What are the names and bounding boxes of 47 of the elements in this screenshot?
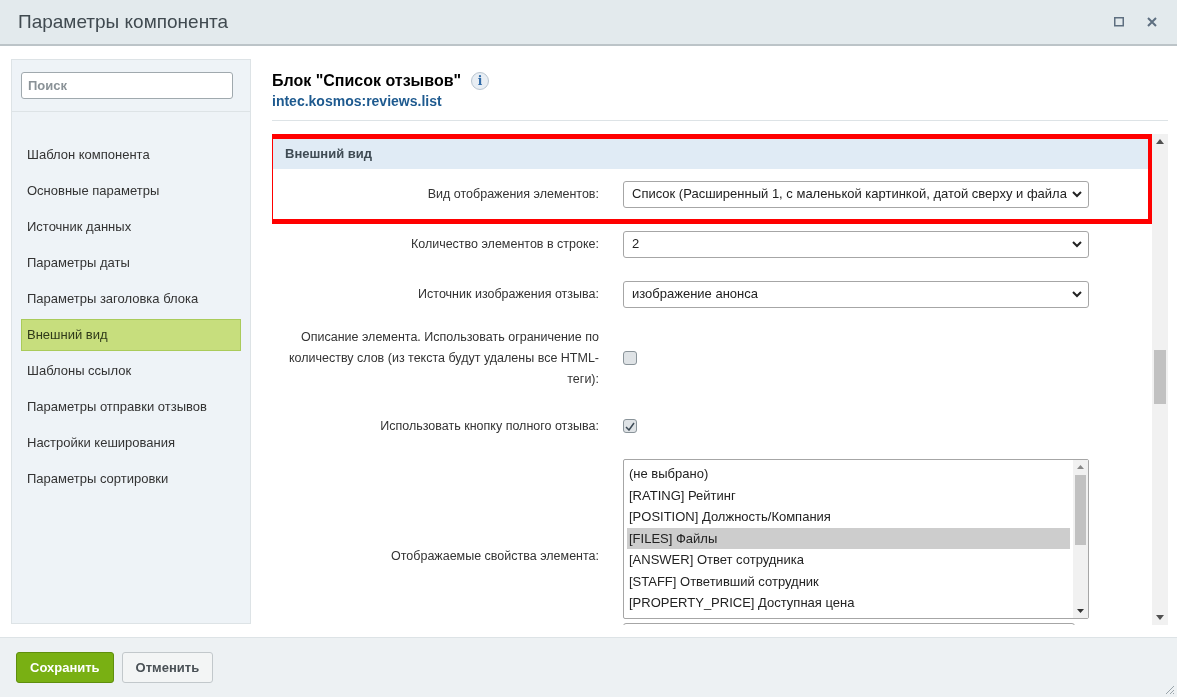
- list-option[interactable]: [POSITION] Должность/Компания: [627, 506, 1070, 528]
- scroll-up-icon[interactable]: [1156, 139, 1164, 144]
- list-option[interactable]: [RATING] Рейтинг: [627, 484, 1070, 506]
- setting-label: Отображаемые свойства элемента:: [390, 548, 599, 565]
- list-option[interactable]: [ANSWER] Ответ сотрудника: [627, 549, 1070, 571]
- setting-label: Количество элементов в строке:: [409, 235, 599, 253]
- setting-label: Использовать кнопку полного отзыва:: [379, 417, 599, 435]
- setting-label: Вид отображения элементов:: [426, 185, 599, 203]
- list-box[interactable]: (не выбрано) [RATING] Рейтинг [POSITION] Должность/Компания [FILES] Файлы [ANSWER] Ответ сотрудника [STAFF] Ответивший сотрудник [PROPERTY_PRICE] Доступная цена: [623, 459, 1089, 619]
- sidebar-item[interactable]: Параметры отправки отзывов: [21, 391, 241, 423]
- sidebar-item[interactable]: Параметры даты: [21, 247, 241, 279]
- sidebar-item[interactable]: Шаблоны ссылок: [21, 355, 241, 387]
- dropdown[interactable]: изображение анонса: [623, 280, 1089, 308]
- sidebar-item[interactable]: Внешний вид: [21, 319, 241, 351]
- setting-label: Источник изображения отзыва:: [417, 285, 599, 303]
- search-field[interactable]: Поиск: [21, 72, 233, 99]
- sidebar-item[interactable]: Настройки кеширования: [21, 427, 241, 459]
- maximize-icon[interactable]: [1114, 17, 1124, 27]
- sidebar-item[interactable]: Шаблон компонента: [21, 139, 241, 171]
- close-icon[interactable]: [1147, 17, 1157, 27]
- cancel-button[interactable]: Отменить: [121, 652, 214, 683]
- caret-icon: [1072, 190, 1082, 198]
- component-code: intec.kosmos:reviews.list: [272, 93, 443, 109]
- sidebar-item[interactable]: Параметры заголовка блока: [21, 283, 241, 315]
- dropdown[interactable]: 2: [623, 230, 1089, 258]
- sidebar-item[interactable]: Параметры сортировки: [21, 463, 241, 495]
- list-option[interactable]: [FILES] Файлы: [627, 527, 1070, 549]
- list-option[interactable]: (не выбрано): [627, 463, 1070, 485]
- scroll-thumb[interactable]: [1075, 475, 1086, 545]
- list-option[interactable]: [PROPERTY_PRICE] Доступная цена: [627, 592, 1070, 614]
- checkbox[interactable]: [623, 351, 637, 365]
- scroll-thumb[interactable]: [1154, 350, 1166, 404]
- setting-label: Описание элемента. Использовать ограничение по количеству слов (из текста будут удалены все HTML-теги):: [287, 328, 599, 388]
- caret-icon: [1072, 290, 1082, 298]
- scroll-down-icon[interactable]: [1077, 609, 1084, 613]
- scroll-down-icon[interactable]: [1156, 615, 1164, 620]
- list-option[interactable]: [STAFF] Ответивший сотрудник: [627, 570, 1070, 592]
- sidebar-item[interactable]: Источник данных: [21, 211, 241, 243]
- scroll-up-icon[interactable]: [1077, 465, 1084, 469]
- info-icon[interactable]: i: [471, 72, 490, 90]
- component-title: Блок "Список отзывов": [272, 71, 462, 91]
- window-title: Параметры компонента: [18, 9, 230, 34]
- caret-icon: [1072, 240, 1082, 248]
- sidebar-item[interactable]: Основные параметры: [21, 175, 241, 207]
- checkbox[interactable]: [623, 419, 637, 433]
- resize-grip-icon[interactable]: [1163, 683, 1175, 695]
- dropdown[interactable]: Список (Расширенный 1, с маленькой картинкой, датой сверху и файла: [623, 180, 1089, 208]
